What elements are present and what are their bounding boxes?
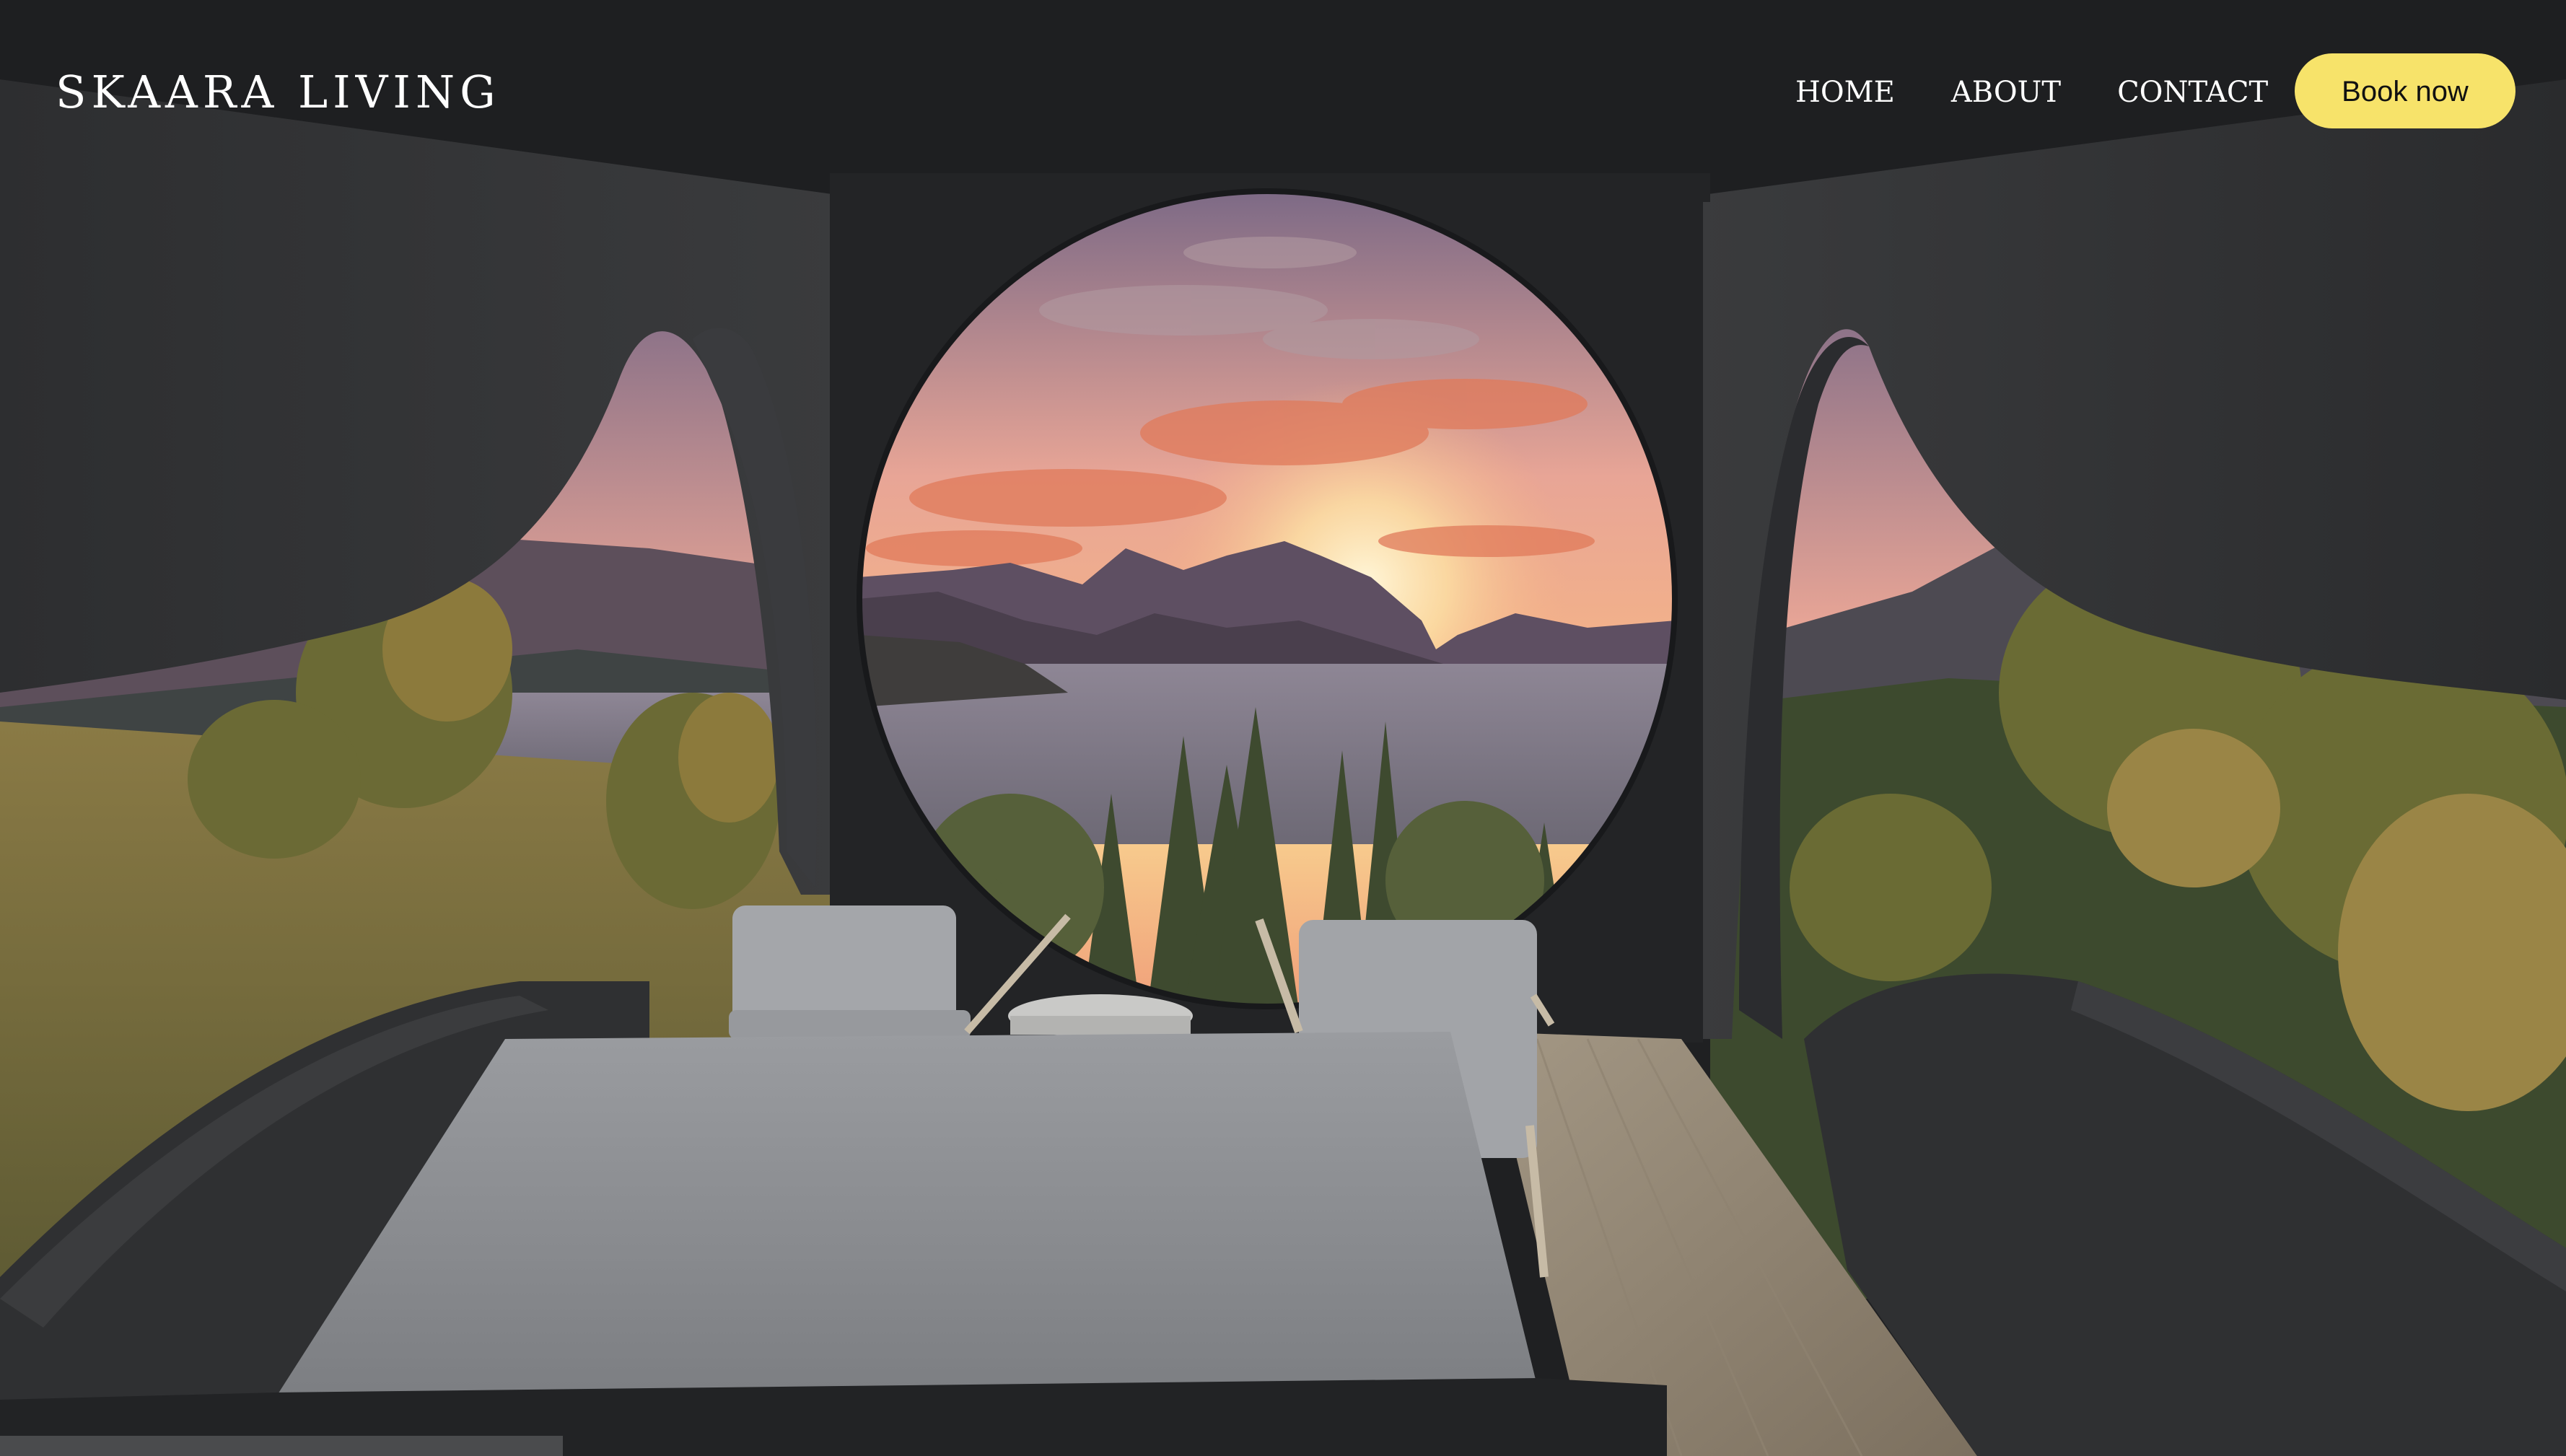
brand-logo[interactable]: SKAARA LIVING bbox=[56, 66, 501, 118]
nav-link-about[interactable]: ABOUT bbox=[1951, 72, 2061, 113]
landing-page: SKAARA LIVING HOME ABOUT CONTACT Book no… bbox=[0, 0, 2566, 1456]
hero-image bbox=[0, 0, 2566, 1456]
book-now-button[interactable]: Book now bbox=[2295, 53, 2515, 128]
main-nav: HOME ABOUT CONTACT bbox=[1795, 72, 2268, 113]
nav-link-home[interactable]: HOME bbox=[1795, 72, 1895, 113]
site-header: SKAARA LIVING HOME ABOUT CONTACT Book no… bbox=[0, 0, 2566, 188]
nav-link-contact[interactable]: CONTACT bbox=[2117, 72, 2268, 113]
